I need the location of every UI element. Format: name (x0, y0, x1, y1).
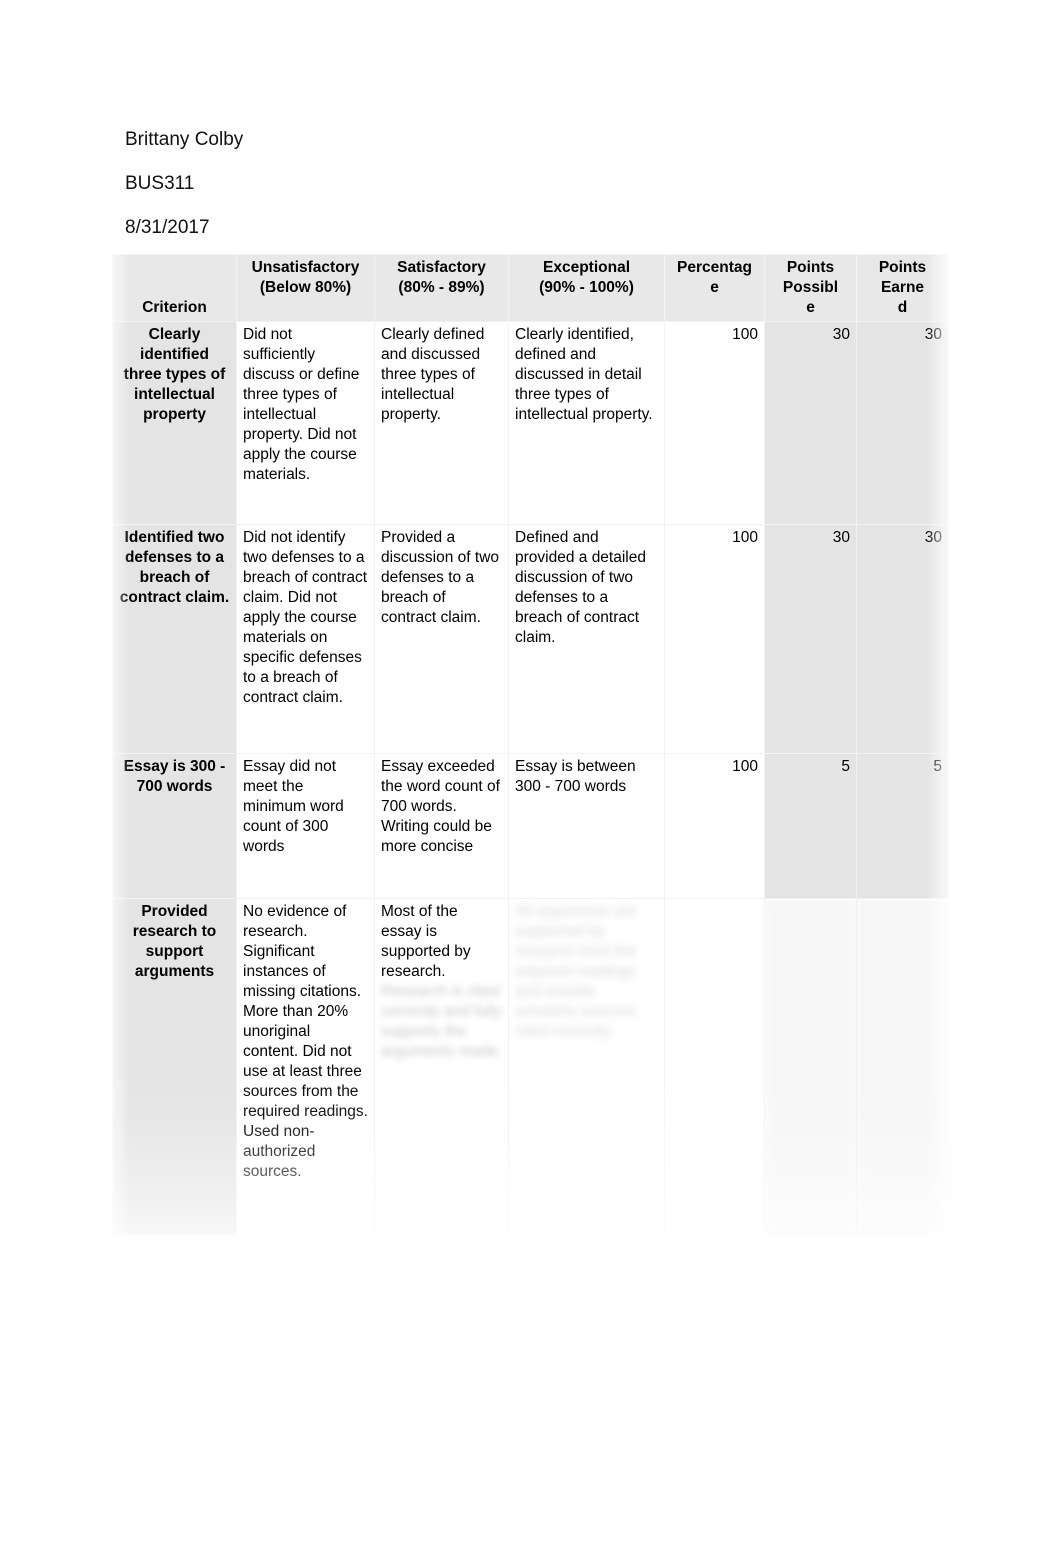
column-header-criterion-label: Criterion (142, 299, 207, 316)
table-row: Clearly identified three types of intell… (112, 321, 949, 525)
rubric-table-head: Criterion Unsatisfactory (Below 80%) Sat… (112, 254, 949, 322)
cell-points-possible (764, 898, 857, 1236)
cell-percentage: 100 (664, 753, 765, 899)
cell-percentage: 100 (664, 321, 765, 525)
cell-points-earned: 30 (856, 524, 949, 754)
author-name: Brittany Colby (125, 129, 244, 150)
column-header-satisfactory-line2: (80% - 89%) (398, 279, 485, 296)
column-header-percentage-line1: Percentag (677, 259, 752, 276)
column-header-points-earned-line1: Points (878, 259, 927, 276)
cell-exceptional-faded-text: All arguments are supported by research … (515, 903, 640, 1040)
column-header-exceptional-line1: Exceptional (543, 259, 630, 276)
column-header-criterion: Criterion (112, 254, 237, 322)
column-header-satisfactory: Satisfactory (80% - 89%) (374, 254, 509, 322)
column-header-points-possible-line2: Possibl (782, 279, 839, 296)
cell-satisfactory: Essay exceeded the word count of 700 wor… (374, 753, 509, 899)
column-header-unsatisfactory-line1: Unsatisfactory (251, 259, 360, 276)
cell-satisfactory: Clearly defined and discussed three type… (374, 321, 509, 525)
cell-points-possible: 5 (764, 753, 857, 899)
cell-exceptional: Clearly identified, defined and discusse… (508, 321, 665, 525)
cell-satisfactory-visible-text: Most of the essay is supported by resear… (381, 903, 471, 980)
cell-unsatisfactory: Essay did not meet the minimum word coun… (236, 753, 375, 899)
cell-unsatisfactory: Did not sufficiently discuss or define t… (236, 321, 375, 525)
cell-points-earned (856, 898, 949, 1236)
cell-unsatisfactory: Did not identify two defenses to a breac… (236, 524, 375, 754)
cell-criterion: Essay is 300 - 700 words (112, 753, 237, 899)
cell-percentage (664, 898, 765, 1236)
cell-exceptional: Essay is between 300 - 700 words (508, 753, 665, 899)
cell-criterion: Clearly identified three types of intell… (112, 321, 237, 525)
column-header-points-earned-line2: Earne (880, 279, 925, 296)
column-header-points-earned-line3: d (897, 299, 908, 316)
column-header-unsatisfactory-line2: (Below 80%) (259, 279, 352, 296)
cell-unsatisfactory: No evidence of research. Significant ins… (236, 898, 375, 1236)
cell-points-possible: 30 (764, 524, 857, 754)
cell-satisfactory: Most of the essay is supported by resear… (374, 898, 509, 1236)
cell-points-possible: 30 (764, 321, 857, 525)
cell-satisfactory: Provided a discussion of two defenses to… (374, 524, 509, 754)
cell-percentage: 100 (664, 524, 765, 754)
rubric-header-row: Criterion Unsatisfactory (Below 80%) Sat… (112, 254, 949, 322)
cell-satisfactory-faded-text: Research is cited correctly and fully su… (381, 983, 502, 1060)
column-header-points-possible: Points Possibl e (764, 254, 857, 322)
cell-exceptional: All arguments are supported by research … (508, 898, 665, 1236)
cell-points-earned: 30 (856, 321, 949, 525)
cell-points-earned: 5 (856, 753, 949, 899)
column-header-unsatisfactory: Unsatisfactory (Below 80%) (236, 254, 375, 322)
table-row: Identified two defenses to a breach of c… (112, 524, 949, 754)
column-header-exceptional: Exceptional (90% - 100%) (508, 254, 665, 322)
rubric-table: Criterion Unsatisfactory (Below 80%) Sat… (112, 254, 949, 1236)
document-page: Brittany Colby BUS311 8/31/2017 Criterio… (0, 0, 1062, 1556)
document-date: 8/31/2017 (125, 217, 210, 238)
course-code: BUS311 (125, 173, 195, 194)
cell-criterion: Identified two defenses to a breach of c… (112, 524, 237, 754)
cell-exceptional: Defined and provided a detailed discussi… (508, 524, 665, 754)
column-header-points-possible-line1: Points (786, 259, 835, 276)
table-row: Provided research to support arguments N… (112, 898, 949, 1236)
column-header-points-possible-line3: e (806, 299, 815, 316)
column-header-percentage: Percentag e (664, 254, 765, 322)
column-header-percentage-line2: e (710, 279, 719, 296)
cell-criterion: Provided research to support arguments (112, 898, 237, 1236)
table-row: Essay is 300 - 700 words Essay did not m… (112, 753, 949, 899)
column-header-exceptional-line2: (90% - 100%) (539, 279, 634, 296)
column-header-points-earned: Points Earne d (856, 254, 949, 322)
rubric-table-container: Criterion Unsatisfactory (Below 80%) Sat… (112, 254, 949, 1236)
column-header-satisfactory-line1: Satisfactory (397, 259, 486, 276)
rubric-table-body: Clearly identified three types of intell… (112, 321, 949, 1236)
document-header-block: Brittany Colby BUS311 8/31/2017 (125, 118, 925, 250)
